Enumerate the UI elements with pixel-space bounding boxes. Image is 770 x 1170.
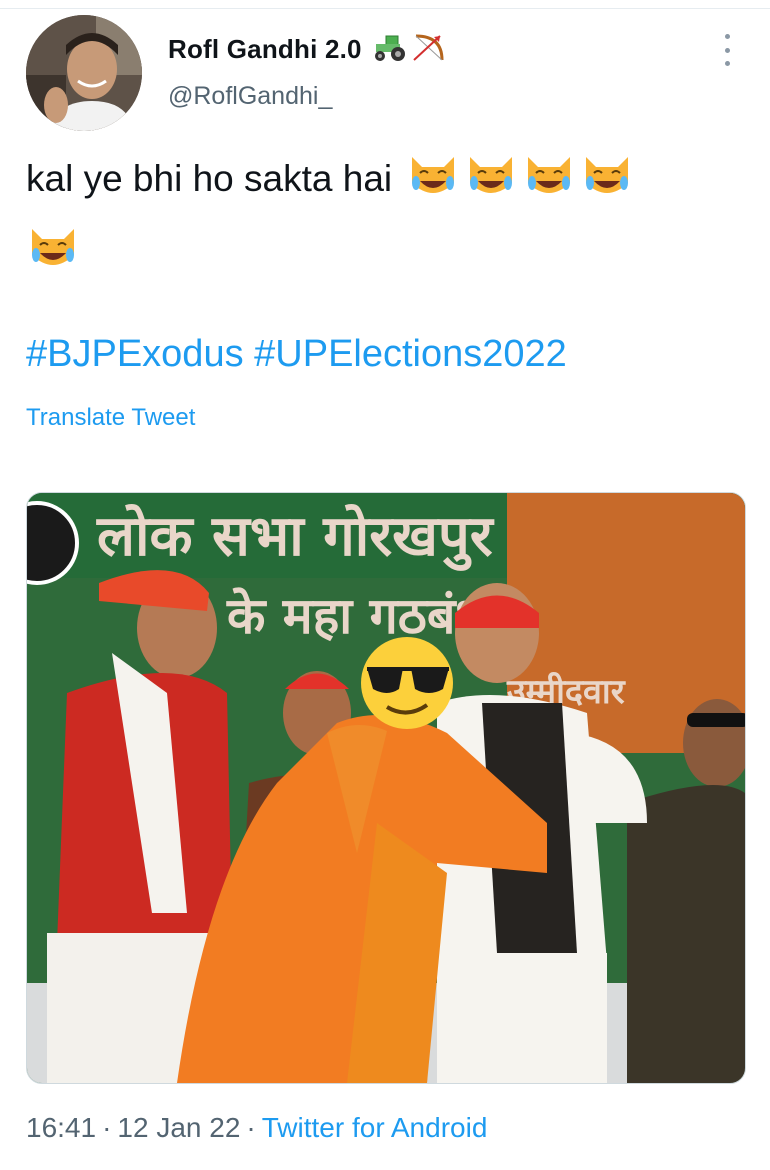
cat-tears-of-joy-emoji-icon [406, 153, 460, 220]
meta-separator: · [246, 1112, 256, 1143]
banner-line-1: लोक सभा गोरखपुर [96, 503, 495, 571]
meta-separator: · [102, 1112, 112, 1143]
top-divider [0, 0, 770, 9]
cat-tears-of-joy-emoji-icon [26, 225, 80, 292]
more-options-icon[interactable] [714, 34, 740, 66]
tweet-meta: 16:41 · 12 Jan 22 · Twitter for Android [26, 1112, 487, 1144]
tweet-time[interactable]: 16:41 [26, 1112, 96, 1143]
hashtags: #BJPExodus #UPElections2022 [26, 333, 567, 376]
sunglasses-emoji-overlay [361, 637, 453, 729]
translate-tweet-link[interactable]: Translate Tweet [26, 404, 195, 432]
cat-tears-of-joy-emoji-icon [580, 153, 634, 220]
tweet-media-image[interactable]: लोक सभा गोरखपुर के महा गठबंधन उम्मीदवार [26, 492, 746, 1084]
display-name[interactable]: Rofl Gandhi 2.0 [168, 34, 362, 65]
hashtag-upelections2022[interactable]: #UPElections2022 [254, 333, 567, 375]
avatar[interactable] [26, 15, 142, 131]
cat-tears-of-joy-emoji-icon [464, 153, 518, 220]
cat-tears-of-joy-emoji-icon [522, 153, 576, 220]
user-handle[interactable]: @RoflGandhi_ [168, 82, 332, 111]
tractor-emoji-icon [372, 32, 408, 67]
bow-and-arrow-emoji-icon [412, 32, 446, 67]
hashtag-bjpexodus[interactable]: #BJPExodus [26, 333, 244, 375]
tweet-date[interactable]: 12 Jan 22 [117, 1112, 240, 1143]
tweet-text: kal ye bhi ho sakta hai [26, 148, 746, 292]
tweet-text-body: kal ye bhi ho sakta hai [26, 158, 393, 199]
tweet-source-link[interactable]: Twitter for Android [262, 1112, 488, 1143]
display-name-row: Rofl Gandhi 2.0 [168, 32, 446, 67]
